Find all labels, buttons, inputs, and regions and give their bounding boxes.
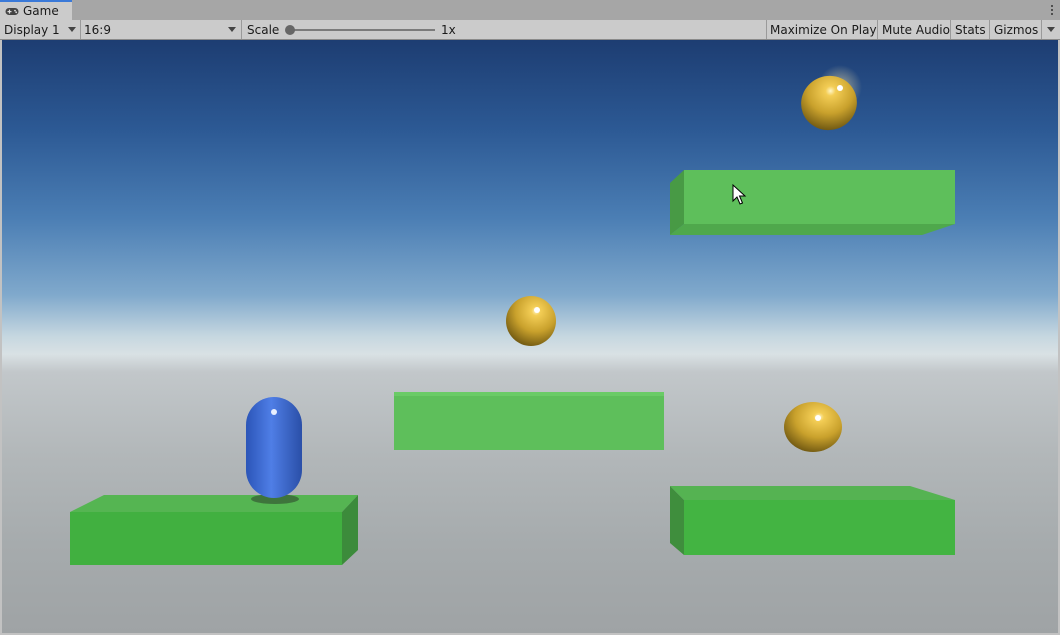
platform-top-right bbox=[670, 170, 955, 235]
game-viewport[interactable] bbox=[2, 40, 1058, 633]
scale-slider-track[interactable] bbox=[291, 29, 435, 31]
platform-bottom-right bbox=[670, 486, 955, 555]
tab-game-label: Game bbox=[23, 4, 59, 18]
scale-value: 1x bbox=[441, 22, 456, 37]
display-dropdown-label: Display 1 bbox=[4, 22, 60, 37]
game-scene bbox=[70, 65, 955, 565]
divider bbox=[766, 20, 767, 39]
divider bbox=[950, 20, 951, 39]
chevron-down-icon bbox=[228, 27, 236, 32]
scale-label: Scale bbox=[247, 22, 280, 37]
platform-bottom-left bbox=[70, 495, 358, 565]
stats-toggle[interactable]: Stats bbox=[955, 20, 986, 39]
divider bbox=[877, 20, 878, 39]
gizmos-dropdown-icon[interactable] bbox=[1047, 27, 1055, 32]
divider bbox=[80, 20, 81, 39]
gamepad-icon bbox=[5, 7, 19, 15]
coin bbox=[801, 65, 862, 131]
chevron-down-icon bbox=[68, 27, 76, 32]
coin bbox=[784, 402, 842, 452]
aspect-dropdown[interactable]: 16:9 bbox=[84, 20, 240, 39]
divider bbox=[1041, 20, 1042, 39]
scale-slider-handle[interactable] bbox=[285, 25, 295, 35]
maximize-on-play-toggle[interactable]: Maximize On Play bbox=[770, 20, 877, 39]
divider bbox=[989, 20, 990, 39]
aspect-dropdown-label: 16:9 bbox=[84, 22, 111, 37]
game-toolbar: Display 1 16:9 Scale 1x Maximize On Play… bbox=[0, 20, 1060, 40]
coin bbox=[506, 296, 556, 346]
player-capsule bbox=[246, 397, 302, 504]
platform-middle bbox=[394, 392, 664, 450]
tab-bar: Game bbox=[0, 0, 1060, 21]
display-dropdown[interactable]: Display 1 bbox=[4, 20, 78, 39]
tab-game[interactable]: Game bbox=[0, 0, 72, 20]
gizmos-toggle[interactable]: Gizmos bbox=[994, 20, 1038, 39]
divider bbox=[241, 20, 242, 39]
mute-audio-toggle[interactable]: Mute Audio bbox=[882, 20, 950, 39]
more-options-icon[interactable] bbox=[1050, 3, 1054, 17]
